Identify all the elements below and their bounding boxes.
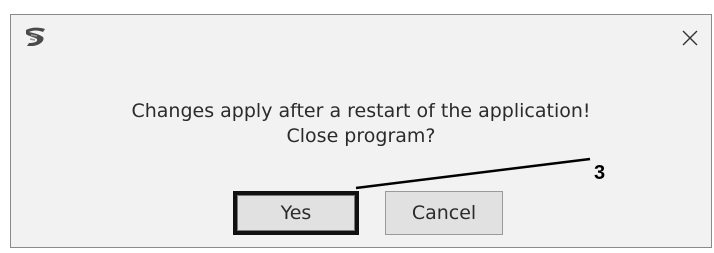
message-line-2: Close program?	[286, 125, 436, 147]
yes-button[interactable]: Yes	[233, 191, 359, 235]
dialog-window: Changes apply after a restart of the app…	[10, 14, 712, 248]
cancel-button[interactable]: Cancel	[385, 191, 503, 235]
close-icon[interactable]	[675, 23, 705, 53]
title-bar	[11, 15, 711, 69]
app-logo-icon	[23, 26, 49, 48]
callout-number: 3	[594, 162, 606, 184]
message-line-1: Changes apply after a restart of the app…	[131, 100, 591, 122]
dialog-message: Changes apply after a restart of the app…	[11, 99, 711, 149]
